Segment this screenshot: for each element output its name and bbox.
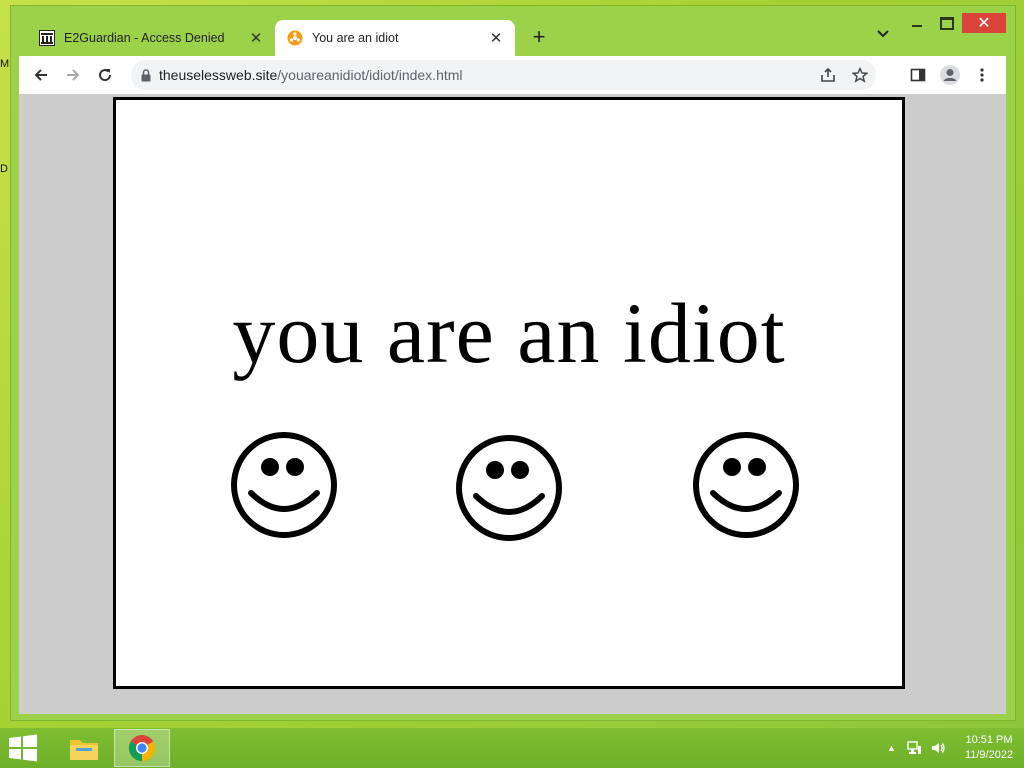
tab-title: E2Guardian - Access Denied	[64, 31, 225, 45]
smiley-icon	[456, 435, 562, 541]
page-viewport: you are an idiot	[19, 94, 1006, 714]
hazard-icon	[287, 30, 303, 46]
volume-icon[interactable]	[930, 740, 946, 756]
share-button[interactable]	[812, 59, 844, 91]
network-icon[interactable]	[906, 740, 922, 756]
idiot-page[interactable]: you are an idiot	[113, 97, 905, 689]
forward-button[interactable]	[57, 59, 89, 91]
desktop-icon-fragment[interactable]: D	[0, 163, 10, 177]
plus-icon: +	[532, 24, 546, 49]
reload-button[interactable]	[89, 59, 121, 91]
avatar-icon	[940, 65, 960, 85]
clock-date: 11/9/2022	[964, 749, 1014, 761]
menu-button[interactable]	[966, 59, 998, 91]
tab-you-are-an-idiot[interactable]: You are an idiot ✕	[275, 20, 515, 56]
side-panel-icon	[910, 68, 926, 82]
omnibox-actions	[812, 60, 876, 90]
system-tray: ▲ 10:51 PM 11/9/2022	[887, 728, 1024, 768]
smiley-icon	[693, 432, 799, 538]
profile-button[interactable]	[934, 59, 966, 91]
url-path: /youareanidiot/idiot/index.html	[277, 67, 463, 83]
share-icon	[821, 67, 835, 82]
tab-close-icon[interactable]: ✕	[247, 29, 265, 47]
close-icon: ✕	[977, 15, 991, 32]
address-bar[interactable]: theuselessweb.site/youareanidiot/idiot/i…	[131, 60, 876, 90]
new-tab-button[interactable]: +	[527, 26, 551, 50]
tab-close-icon[interactable]: ✕	[487, 29, 505, 47]
bank-icon	[39, 30, 55, 46]
maximize-icon	[940, 16, 954, 30]
bookmark-button[interactable]	[844, 59, 876, 91]
tray-expand-icon[interactable]: ▲	[887, 743, 896, 753]
tab-search-button[interactable]	[877, 26, 889, 41]
taskbar-clock[interactable]: 10:51 PM 11/9/2022	[954, 733, 1024, 763]
taskbar-chrome[interactable]	[114, 729, 170, 767]
url-text[interactable]: theuselessweb.site/youareanidiot/idiot/i…	[159, 67, 463, 83]
star-icon	[852, 67, 868, 83]
start-button[interactable]	[8, 734, 38, 762]
close-button[interactable]: ✕	[962, 13, 1006, 33]
smiley-icon	[231, 432, 337, 538]
clock-time: 10:51 PM	[965, 734, 1013, 746]
reload-icon	[99, 69, 112, 82]
url-host: theuselessweb.site	[159, 67, 278, 83]
lock-icon[interactable]	[141, 68, 151, 82]
arrow-left-icon	[34, 69, 47, 81]
windows-logo-icon	[9, 734, 37, 762]
maximize-button[interactable]	[932, 13, 962, 33]
toolbar-right	[902, 59, 998, 91]
back-button[interactable]	[25, 59, 57, 91]
page-headline: you are an idiot	[232, 285, 786, 381]
desktop-icon-fragment[interactable]: M	[0, 58, 10, 72]
browser-window: ✕ E2Guardian - Access Denied ✕ You are a…	[10, 5, 1016, 721]
folder-icon	[70, 740, 98, 760]
browser-toolbar: theuselessweb.site/youareanidiot/idiot/i…	[19, 56, 1006, 94]
taskbar: ▲ 10:51 PM 11/9/2022	[0, 728, 1024, 768]
tab-title: You are an idiot	[312, 31, 399, 45]
taskbar-file-explorer[interactable]	[56, 729, 112, 767]
chrome-icon	[128, 735, 156, 762]
tab-e2guardian[interactable]: E2Guardian - Access Denied ✕	[27, 20, 275, 56]
kebab-menu-icon	[980, 68, 984, 82]
side-panel-button[interactable]	[902, 59, 934, 91]
chevron-down-icon	[877, 30, 889, 38]
tab-strip: E2Guardian - Access Denied ✕ You are an …	[19, 20, 919, 56]
arrow-right-icon	[67, 69, 80, 81]
